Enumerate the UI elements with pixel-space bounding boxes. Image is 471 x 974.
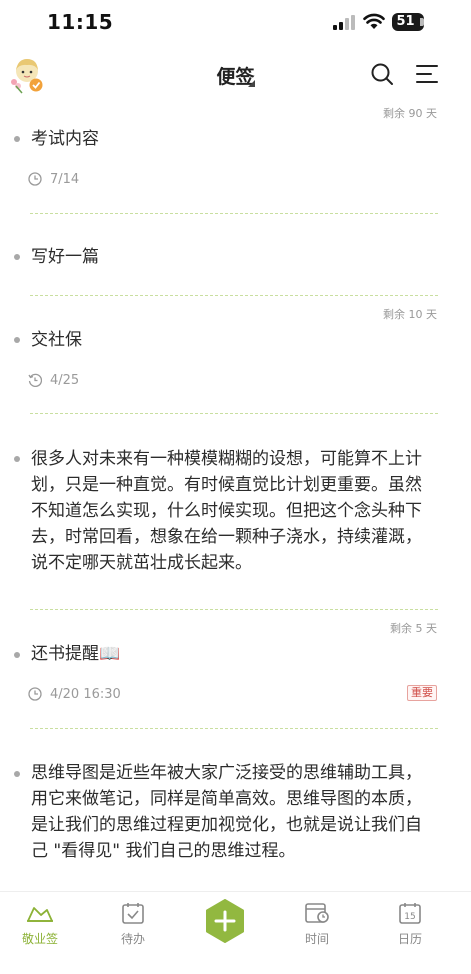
note-bullet <box>14 771 20 777</box>
bottom-tab-bar: 敬业签 待办 时间 15 日历 <box>0 891 471 974</box>
note-text[interactable]: 考试内容 <box>31 126 431 152</box>
calendar-day: 15 <box>404 912 415 922</box>
note-date: 4/20 16:30 <box>50 686 121 702</box>
note-text[interactable]: 思维导图是近些年被大家广泛接受的思维辅助工具，用它来做笔记，同样是简单高效。思维… <box>31 760 431 864</box>
note-bullet <box>14 254 20 260</box>
remaining-days: 剩余 5 天 <box>390 622 437 635</box>
divider <box>30 609 438 610</box>
calendar-icon: 15 <box>399 903 421 924</box>
status-time: 11:15 <box>47 10 114 34</box>
battery-cap <box>420 18 424 26</box>
todo-icon <box>122 903 144 924</box>
tab-sign[interactable]: 敬业签 <box>5 902 75 947</box>
wifi-icon <box>363 13 385 29</box>
battery-indicator: 51 <box>392 13 424 31</box>
tab-label: 时间 <box>304 932 329 946</box>
remaining-days: 剩余 10 天 <box>383 308 437 321</box>
note-reminder: 4/20 16:30 <box>28 686 121 702</box>
page-title[interactable]: 便签 <box>0 62 471 89</box>
tab-label: 日历 <box>397 932 422 946</box>
remaining-days: 剩余 90 天 <box>383 107 437 120</box>
divider <box>30 413 438 414</box>
time-icon <box>305 903 329 923</box>
cellular-signal-icon <box>333 15 355 30</box>
note-date: 7/14 <box>50 171 80 187</box>
repeat-clock-icon <box>28 373 42 387</box>
caret-down-icon[interactable] <box>248 80 255 87</box>
battery-level: 51 <box>396 14 415 29</box>
tab-label: 敬业签 <box>21 932 58 946</box>
note-text[interactable]: 交社保 <box>31 327 431 353</box>
note-bullet <box>14 337 20 343</box>
sign-icon <box>27 907 53 922</box>
tab-label: 待办 <box>120 932 145 946</box>
status-bar: 11:15 51 <box>0 0 471 48</box>
important-tag: 重要 <box>407 685 437 701</box>
clock-icon <box>28 172 42 186</box>
note-reminder: 4/25 <box>28 372 79 388</box>
menu-icon[interactable] <box>416 63 438 85</box>
app-header: 便签 <box>0 50 471 100</box>
search-icon[interactable] <box>370 62 394 86</box>
divider <box>30 213 438 214</box>
note-date: 4/25 <box>50 372 80 388</box>
note-text[interactable]: 写好一篇 <box>31 244 431 270</box>
add-button[interactable] <box>203 899 247 943</box>
tab-time[interactable]: 时间 <box>282 902 352 947</box>
note-text[interactable]: 很多人对未来有一种模模糊糊的设想，可能算不上计划，只是一种直觉。有时候直觉比计划… <box>31 446 431 576</box>
tab-calendar[interactable]: 15 日历 <box>375 902 445 947</box>
note-bullet <box>14 456 20 462</box>
tab-todo[interactable]: 待办 <box>98 902 168 947</box>
note-text[interactable]: 还书提醒📖 <box>31 641 431 667</box>
note-bullet <box>14 136 20 142</box>
divider <box>30 728 438 729</box>
divider <box>30 295 438 296</box>
clock-icon <box>28 687 42 701</box>
note-bullet <box>14 652 20 658</box>
note-reminder: 7/14 <box>28 171 79 187</box>
